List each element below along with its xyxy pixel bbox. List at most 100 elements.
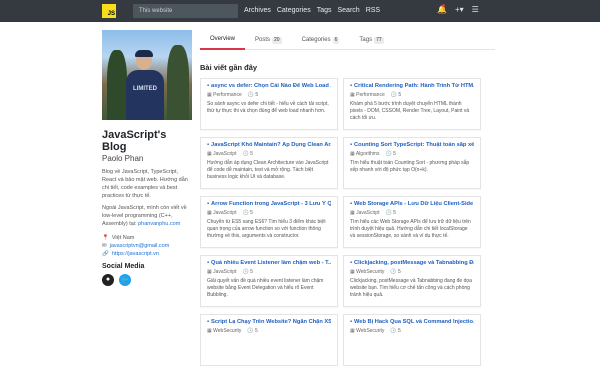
post-category: JavaScript	[213, 151, 237, 157]
post-time: 5	[250, 151, 253, 157]
profile-info: 📍 Việt Nam ✉ javascriptvn@gmail.com 🔗 https…	[102, 234, 170, 257]
site-logo[interactable]: JS	[102, 4, 116, 18]
post-time: 5	[398, 328, 401, 334]
post-meta: ▦ WebSecurity 🕒 5	[350, 328, 401, 334]
post-title[interactable]: ▪ Web Bị Hack Qua SQL và Command Injectio…	[350, 319, 474, 325]
post-category: Performance	[213, 92, 242, 98]
link-icon: 🔗	[102, 250, 109, 257]
post-time: 5	[398, 92, 402, 98]
section-title: Bài viết gần đây	[200, 63, 258, 72]
post-card[interactable]: ▪ Script Lạ Chạy Trên Website? Ngăn Chặn …	[200, 314, 338, 366]
post-time: 5	[250, 210, 253, 216]
post-meta: ▦ JavaScript 🕒 5	[207, 151, 253, 157]
post-category: Performance	[356, 92, 385, 98]
post-meta: ▦ JavaScript 🕒 5	[207, 210, 253, 216]
doc-icon: ▪	[350, 319, 353, 325]
twitter-icon[interactable]: 🐦	[119, 273, 131, 286]
tab-tags[interactable]: Tags 77	[349, 30, 393, 50]
post-category: WebSecurity	[356, 328, 385, 334]
post-title[interactable]: ▪ Arrow Function trong JavaScript - 3 Lưu…	[207, 201, 331, 207]
post-category: JavaScript	[213, 210, 237, 216]
post-card[interactable]: ▪ Arrow Function trong JavaScript - 3 Lưu…	[200, 196, 338, 248]
post-description: Hướng dẫn áp dụng Clean Architecture vào…	[207, 160, 329, 180]
post-description: Khám phá 5 bước trình duyệt chuyển HTML …	[350, 101, 470, 121]
post-category: JavaScript	[213, 269, 237, 275]
location-icon: 📍	[102, 234, 109, 241]
top-navbar: JS This website Archives Categories Tags…	[0, 0, 600, 22]
blog-description-extra: Ngoài JavaScript, mình còn viết về low-l…	[102, 204, 187, 227]
post-card[interactable]: ▪ Critical Rendering Path: Hành Trình Từ …	[343, 78, 481, 130]
post-card[interactable]: ▪ async vs defer: Chọn Cái Nào Để Web Loa…	[200, 78, 338, 130]
notification-dot	[442, 4, 445, 7]
tab-overview[interactable]: Overview	[200, 30, 246, 50]
post-meta: ▦ Algorithms 🕒 5	[350, 151, 396, 157]
nav-categories[interactable]: Categories	[277, 0, 311, 22]
profile-tabs: Overview Posts 20 Categories 6 Tags 77	[200, 30, 495, 50]
post-card[interactable]: ▪ Web Bị Hack Qua SQL và Command Injectio…	[343, 314, 481, 366]
post-time: 5	[393, 210, 396, 216]
menu-icon[interactable]: ☰	[472, 5, 479, 15]
post-meta: ▦ WebSecurity 🕒 5	[350, 269, 401, 275]
tab-categories[interactable]: Categories 6	[292, 30, 350, 50]
post-title[interactable]: ▪ Web Storage APIs - Lưu Dữ Liệu Client-S…	[350, 201, 474, 207]
post-title[interactable]: ▪ Quá nhiều Event Listener làm chậm web -…	[207, 260, 331, 266]
external-site-link[interactable]: phanvanphu.com	[138, 221, 180, 227]
doc-icon: ▪	[350, 201, 353, 207]
post-description: Giải quyết vấn đề quá nhiều event listen…	[207, 278, 324, 298]
avatar: LIMITED	[102, 30, 192, 120]
doc-icon: ▪	[207, 319, 210, 325]
nav-rss[interactable]: RSS	[366, 0, 380, 22]
nav-tags[interactable]: Tags	[317, 0, 332, 22]
post-card[interactable]: ▪ Clickjacking, postMessage và Tabnabbing…	[343, 255, 481, 307]
main-nav: Archives Categories Tags Search RSS	[244, 0, 386, 22]
blog-title: JavaScript's Blog	[102, 129, 167, 153]
plus-icon[interactable]: +▾	[455, 5, 464, 15]
post-category: WebSecurity	[356, 269, 385, 275]
post-card[interactable]: ▪ JavaScript Khó Maintain? Áp Dụng Clean …	[200, 137, 338, 189]
post-title[interactable]: ▪ Counting Sort TypeScript: Thuật toán sắ…	[350, 142, 474, 148]
post-category: WebSecurity	[213, 328, 242, 334]
tab-posts[interactable]: Posts 20	[245, 30, 292, 50]
post-card[interactable]: ▪ Web Storage APIs - Lưu Dữ Liệu Client-S…	[343, 196, 481, 248]
post-card[interactable]: ▪ Counting Sort TypeScript: Thuật toán sắ…	[343, 137, 481, 189]
doc-icon: ▪	[350, 83, 353, 89]
post-meta: ▦ Performance 🕒 5	[207, 92, 259, 98]
doc-icon: ▪	[207, 260, 210, 266]
profile-sidebar: LIMITED JavaScript's Blog Paolo Phan Blo…	[102, 30, 192, 286]
nav-search[interactable]: Search	[338, 0, 360, 22]
github-icon[interactable]: ●	[102, 273, 114, 286]
post-meta: ▦ JavaScript 🕒 5	[350, 210, 396, 216]
search-input[interactable]: This website	[133, 4, 238, 18]
post-time: 5	[398, 269, 401, 275]
doc-icon: ▪	[350, 260, 353, 266]
post-title[interactable]: ▪ async vs defer: Chọn Cái Nào Để Web Loa…	[207, 83, 331, 89]
post-time: 5	[250, 269, 253, 275]
doc-icon: ▪	[350, 142, 353, 148]
social-title: Social Media	[102, 262, 145, 270]
post-meta: ▦ Performance 🕒 5	[350, 92, 402, 98]
doc-icon: ▪	[207, 142, 210, 148]
doc-icon: ▪	[207, 83, 210, 89]
post-time: 5	[255, 92, 259, 98]
post-card[interactable]: ▪ Quá nhiều Event Listener làm chậm web -…	[200, 255, 338, 307]
post-description: Tìm hiểu thuật toán Counting Sort - phươ…	[350, 160, 470, 173]
post-title[interactable]: ▪ JavaScript Khó Maintain? Áp Dụng Clean …	[207, 142, 331, 148]
post-time: 5	[393, 151, 396, 157]
post-time: 5	[255, 328, 258, 334]
post-title[interactable]: ▪ Critical Rendering Path: Hành Trình Từ …	[350, 83, 474, 89]
post-category: JavaScript	[356, 210, 380, 216]
post-description: Chuyển từ ES5 sang ES6? Tìm hiểu 3 điểm …	[207, 219, 326, 239]
email-icon: ✉	[102, 242, 107, 249]
doc-icon: ▪	[207, 201, 210, 207]
post-description: So sánh async vs defer chi tiết - hiểu v…	[207, 101, 329, 114]
post-description: Clickjacking, postMessage và Tabnabbing …	[350, 278, 472, 298]
post-meta: ▦ JavaScript 🕒 5	[207, 269, 253, 275]
author-name: Paolo Phan	[102, 154, 144, 163]
post-category: Algorithms	[355, 151, 380, 157]
post-title[interactable]: ▪ Clickjacking, postMessage và Tabnabbing…	[350, 260, 474, 266]
post-description: Tìm hiểu các Web Storage APIs để lưu trữ…	[350, 219, 471, 239]
nav-archives[interactable]: Archives	[244, 0, 271, 22]
blog-description: Blog về JavaScript, TypeScript, React và…	[102, 169, 188, 199]
post-meta: ▦ WebSecurity 🕒 5	[207, 328, 258, 334]
post-title[interactable]: ▪ Script Lạ Chạy Trên Website? Ngăn Chặn …	[207, 319, 331, 325]
